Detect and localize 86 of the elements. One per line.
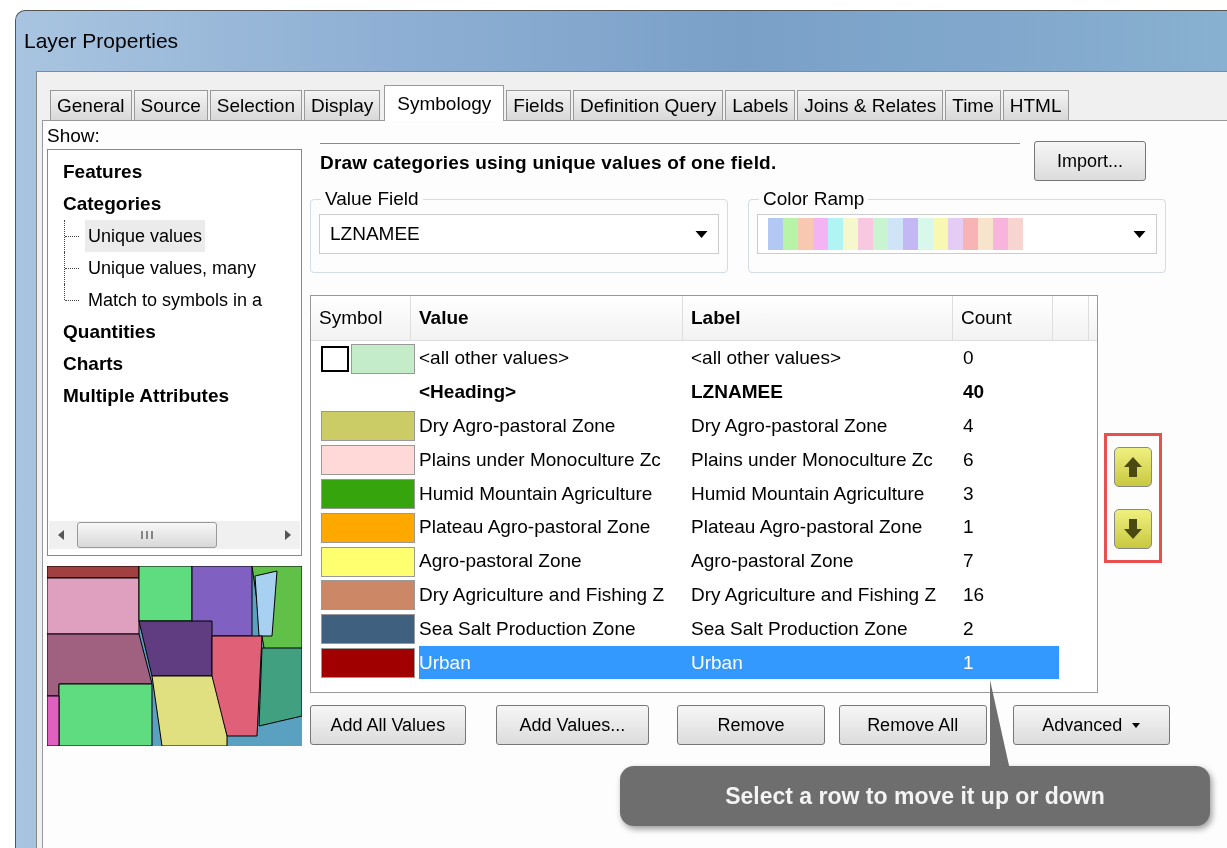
tree-item[interactable]: Features [60, 156, 146, 188]
table-cell-text: Dry Agriculture and Fishing Z [419, 582, 665, 607]
tree-item[interactable]: Unique values [85, 220, 206, 252]
table-cell-text: <Heading> [419, 380, 518, 405]
table-row[interactable]: Plateau Agro-pastoral Zone Plateau Agro-pastoral Zone 1 [321, 510, 1059, 544]
table-row[interactable]: Agro-pastoral Zone Agro-pastoral Zone 7 [321, 543, 1059, 578]
action-button[interactable]: Add All Values [310, 705, 466, 745]
table-cell-text: LZNAMEE [691, 380, 784, 405]
caret-icon [1132, 722, 1141, 728]
table-cell-text: Dry Agriculture and Fishing Z [691, 582, 937, 607]
table-row[interactable]: Sea Salt Production Zone Sea Salt Production Zone 2 [321, 611, 1059, 646]
tree-item[interactable]: Categories [60, 188, 165, 220]
table-cell-text: <all other values> [419, 346, 570, 371]
table-cell-text: Agro-pastoral Zone [691, 549, 855, 574]
column-header[interactable]: Symbol [311, 296, 411, 340]
tab[interactable]: Display [304, 90, 381, 120]
action-button[interactable]: Add Values... [495, 705, 650, 745]
tab[interactable]: General [50, 90, 132, 120]
table-cell: 1 [963, 645, 1059, 679]
table-cell: Urban [419, 645, 691, 679]
action-button[interactable]: Remove [677, 705, 825, 745]
down-arrow-icon [1123, 518, 1143, 540]
action-button[interactable]: Remove All [838, 705, 987, 745]
table-cell-text: 40 [963, 380, 986, 405]
tab[interactable]: HTML [1002, 90, 1069, 120]
table-cell-text: Sea Salt Production Zone [419, 616, 637, 641]
tree-item[interactable]: Multiple Attributes [60, 380, 233, 412]
outline-swatch [321, 345, 349, 372]
up-arrow-icon [1123, 456, 1143, 478]
table-cell-text: 7 [963, 549, 975, 574]
table-row[interactable]: Humid Mountain Agriculture Humid Mountain Agriculture 3 [321, 476, 1059, 510]
table-cell-text: Plateau Agro-pastoral Zone [419, 515, 652, 540]
tab[interactable]: Symbology [384, 85, 505, 121]
description-text: Draw categories using unique values of one field. [320, 143, 1020, 174]
table-row[interactable]: Dry Agro-pastoral Zone Dry Agro-pastoral Zone 4 [321, 408, 1059, 443]
show-label: Show: [47, 125, 100, 147]
action-button[interactable]: Advanced [1012, 705, 1170, 745]
move-down-button[interactable] [1114, 509, 1152, 549]
table-cell-text: Plains under Monoculture Zc [691, 447, 934, 472]
scroll-right-icon[interactable] [284, 530, 292, 540]
table-row[interactable]: <Heading> LZNAMEE 40 [321, 374, 1059, 409]
tab[interactable]: Source [133, 90, 208, 120]
table-row[interactable]: Plains under Monoculture Zc Plains under Monoculture Zc 6 [321, 442, 1059, 477]
tab[interactable]: Fields [506, 90, 571, 120]
value-field-dropdown[interactable]: LZNAMEE [319, 214, 719, 254]
tree-item[interactable]: Charts [60, 348, 127, 380]
column-header[interactable]: Count [953, 296, 1053, 340]
table-cell-text: 0 [963, 346, 975, 371]
table-cell-text: Agro-pastoral Zone [419, 549, 583, 574]
table-cell-text: 1 [963, 515, 975, 540]
table-cell-text: Plains under Monoculture Zc [419, 447, 662, 472]
tab[interactable]: Joins & Relates [797, 90, 944, 120]
table-cell: Urban [691, 645, 963, 679]
tree-item[interactable]: Match to symbols in a [85, 284, 266, 316]
table-row[interactable]: <all other values> <all other values> 0 [321, 341, 1059, 375]
tab[interactable]: Definition Query [573, 90, 724, 120]
table-cell-text: 4 [963, 414, 975, 438]
tab[interactable]: Time [945, 90, 1001, 120]
table-cell-text: Dry Agro-pastoral Zone [419, 414, 617, 438]
window-title: Layer Properties [24, 29, 179, 53]
table-cell-text: 2 [963, 616, 975, 641]
callout-text: Select a row to move it up or down [725, 782, 1105, 810]
import-button[interactable]: Import... [1034, 141, 1146, 181]
table-cell-text: Humid Mountain Agriculture [419, 481, 654, 506]
move-up-button[interactable] [1114, 447, 1152, 487]
table-cell-text: Sea Salt Production Zone [691, 616, 909, 641]
column-header[interactable]: Label [683, 296, 953, 340]
tree-item[interactable]: Unique values, many [85, 252, 260, 284]
table-cell-text: 3 [963, 481, 975, 506]
column-header[interactable]: Value [411, 296, 683, 340]
table-cell-text: Dry Agro-pastoral Zone [691, 414, 889, 438]
tab[interactable]: Selection [209, 90, 302, 120]
tree-item[interactable]: Quantities [60, 316, 159, 348]
table-cell-text: 16 [963, 582, 986, 607]
table-cell-text: 6 [963, 447, 975, 472]
table-cell-text: <all other values> [691, 346, 842, 371]
table-cell-text: Humid Mountain Agriculture [691, 481, 926, 506]
color-ramp-dropdown[interactable] [757, 214, 1157, 254]
caret-icon [695, 230, 708, 238]
table-cell-text: Plateau Agro-pastoral Zone [691, 515, 924, 540]
caret-icon [1133, 230, 1146, 238]
scroll-thumb[interactable] [77, 522, 217, 548]
tab[interactable]: Labels [725, 90, 796, 120]
scroll-left-icon[interactable] [57, 530, 65, 540]
scrollbar[interactable] [49, 521, 300, 549]
table-row[interactable]: Dry Agriculture and Fishing Z Dry Agriculture and Fishing Z 16 [321, 577, 1059, 612]
